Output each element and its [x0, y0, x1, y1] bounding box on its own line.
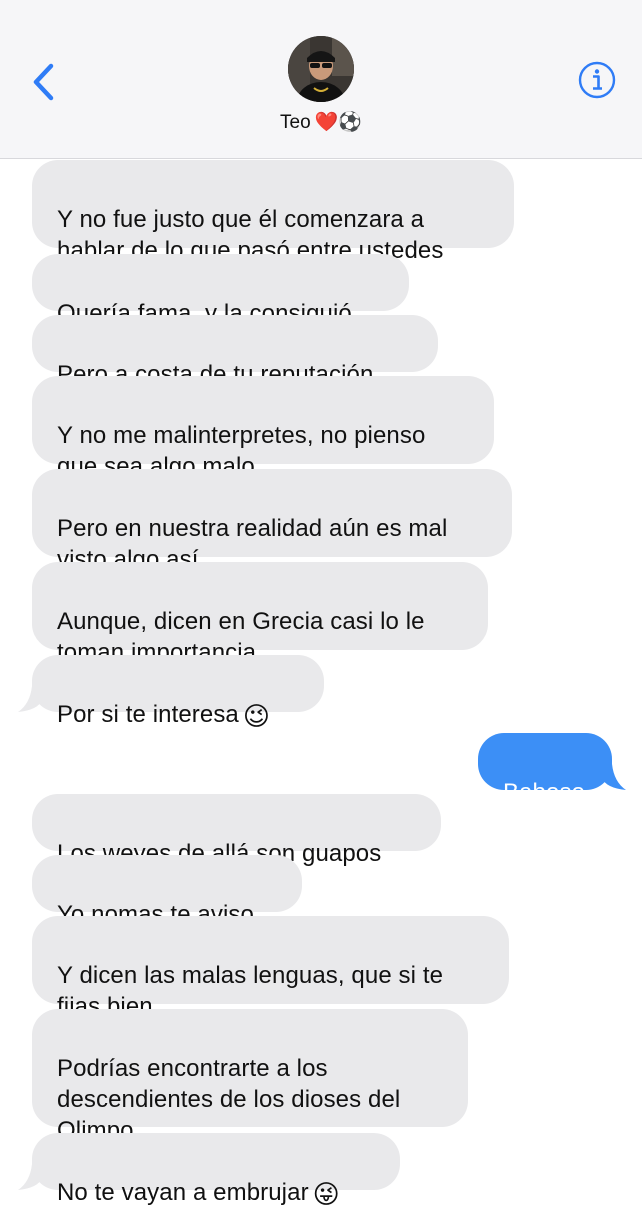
message-bubble[interactable]: Podrías encontrarte a los descendientes … [32, 1009, 468, 1144]
message-bubble[interactable]: Y dicen las malas lenguas, que si te fij… [32, 916, 509, 1020]
conversation-header: Teo ❤️⚽ [0, 0, 642, 159]
winking-tongue-face-emoji: 😜 [312, 1179, 340, 1209]
message-bubble[interactable]: Quería fama, y la consiguió [32, 254, 409, 327]
contact-avatar[interactable] [288, 36, 354, 102]
message-bubble[interactable]: Y no fue justo que él comenzara a hablar… [32, 160, 514, 264]
message-bubble[interactable]: Pero en nuestra realidad aún es mal vist… [32, 469, 512, 573]
message-bubble[interactable]: No te vayan a embrujar 😜 [32, 1133, 400, 1207]
bubble-tail [602, 764, 626, 790]
contact-emojis: ❤️⚽ [314, 112, 362, 133]
message-text: Por si te interesa [57, 701, 239, 728]
message-bubble-sent[interactable]: Baboso [478, 733, 612, 806]
chevron-left-icon [33, 63, 54, 101]
contact-title[interactable]: Teo ❤️⚽ [0, 110, 642, 136]
message-bubble[interactable]: Y no me malinterpretes, no pienso que se… [32, 376, 494, 480]
bubble-tail [18, 1164, 42, 1190]
message-bubble[interactable]: Pero a costa de tu reputación [32, 315, 438, 388]
message-thread[interactable]: Y no fue justo que él comenzara a hablar… [0, 0, 642, 1207]
info-button[interactable] [577, 60, 617, 100]
message-bubble[interactable]: Aunque, dicen en Grecia casi lo le toman… [32, 562, 488, 666]
bubble-tail [18, 686, 42, 712]
info-circle-icon [578, 61, 616, 99]
message-bubble[interactable]: Yo nomas te aviso [32, 855, 302, 928]
message-text: No te vayan a embrujar [57, 1179, 309, 1206]
message-bubble[interactable]: Los weyes de allá son guapos [32, 794, 441, 867]
message-bubble[interactable]: Por si te interesa 😉 [32, 655, 324, 729]
winking-face-emoji: 😉 [242, 701, 271, 731]
back-button[interactable] [26, 60, 66, 104]
contact-name: Teo [280, 112, 311, 133]
message-text: Baboso [503, 779, 585, 806]
message-text: Podrías encontrarte a los descendientes … [57, 1055, 401, 1144]
avatar-photo [288, 36, 354, 102]
